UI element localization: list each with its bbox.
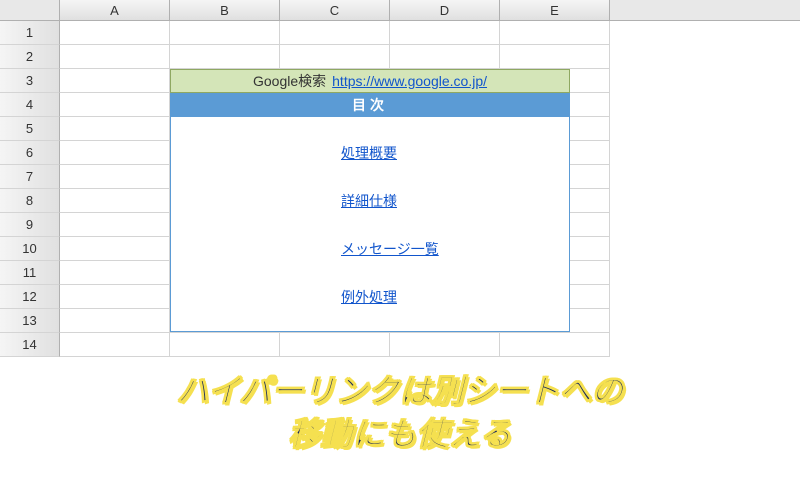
cell[interactable] [60, 333, 170, 357]
cell[interactable] [390, 333, 500, 357]
toc-link[interactable]: 詳細仕様 [341, 191, 397, 211]
cell[interactable] [390, 45, 500, 69]
cell[interactable] [280, 45, 390, 69]
cell[interactable] [60, 93, 170, 117]
row-header-14[interactable]: 14 [0, 333, 60, 357]
row-header-6[interactable]: 6 [0, 141, 60, 165]
cell[interactable] [500, 333, 610, 357]
cell[interactable] [60, 309, 170, 333]
row-header-1[interactable]: 1 [0, 21, 60, 45]
google-label: Google検索 [253, 71, 326, 91]
caption-text: ハイパーリンクは別シートへの 移動にも使える [0, 370, 800, 456]
toc-link[interactable]: 処理概要 [341, 143, 397, 163]
row-header-3[interactable]: 3 [0, 69, 60, 93]
toc-body: 処理概要詳細仕様メッセージ一覧例外処理 [170, 117, 570, 332]
cell[interactable] [60, 141, 170, 165]
cell[interactable] [60, 21, 170, 45]
cell[interactable] [60, 261, 170, 285]
cell[interactable] [170, 21, 280, 45]
caption-line-2: 移動にも使える [288, 416, 511, 452]
google-row: Google検索 https://www.google.co.jp/ [170, 69, 570, 93]
row-headers: 1234567891011121314 [0, 21, 60, 357]
column-header-d[interactable]: D [390, 0, 500, 20]
cell[interactable] [280, 21, 390, 45]
cell[interactable] [60, 45, 170, 69]
toc-header: 目次 [170, 93, 570, 117]
spreadsheet: ABCDE 1234567891011121314 Google検索 https… [0, 0, 800, 357]
content-table: Google検索 https://www.google.co.jp/ 目次 処理… [170, 69, 570, 332]
column-header-a[interactable]: A [60, 0, 170, 20]
cell[interactable] [60, 189, 170, 213]
row-header-10[interactable]: 10 [0, 237, 60, 261]
row-header-11[interactable]: 11 [0, 261, 60, 285]
cell[interactable] [390, 21, 500, 45]
cell[interactable] [60, 237, 170, 261]
row-header-9[interactable]: 9 [0, 213, 60, 237]
cell[interactable] [60, 213, 170, 237]
cell[interactable] [60, 285, 170, 309]
column-headers: ABCDE [0, 0, 800, 21]
cell[interactable] [500, 45, 610, 69]
cell[interactable] [60, 165, 170, 189]
row-header-8[interactable]: 8 [0, 189, 60, 213]
column-header-c[interactable]: C [280, 0, 390, 20]
column-header-e[interactable]: E [500, 0, 610, 20]
column-header-b[interactable]: B [170, 0, 280, 20]
cell[interactable] [60, 117, 170, 141]
toc-link[interactable]: 例外処理 [341, 287, 397, 307]
row-header-7[interactable]: 7 [0, 165, 60, 189]
row-header-4[interactable]: 4 [0, 93, 60, 117]
cell[interactable] [170, 333, 280, 357]
caption-line-1: ハイパーリンクは別シートへの [177, 373, 624, 409]
select-all-corner[interactable] [0, 0, 60, 20]
row-header-12[interactable]: 12 [0, 285, 60, 309]
toc-link[interactable]: メッセージ一覧 [341, 239, 439, 259]
google-link[interactable]: https://www.google.co.jp/ [332, 73, 487, 89]
row-header-13[interactable]: 13 [0, 309, 60, 333]
cell[interactable] [170, 45, 280, 69]
row-header-2[interactable]: 2 [0, 45, 60, 69]
cell[interactable] [500, 21, 610, 45]
row-header-5[interactable]: 5 [0, 117, 60, 141]
cell[interactable] [280, 333, 390, 357]
cell[interactable] [60, 69, 170, 93]
